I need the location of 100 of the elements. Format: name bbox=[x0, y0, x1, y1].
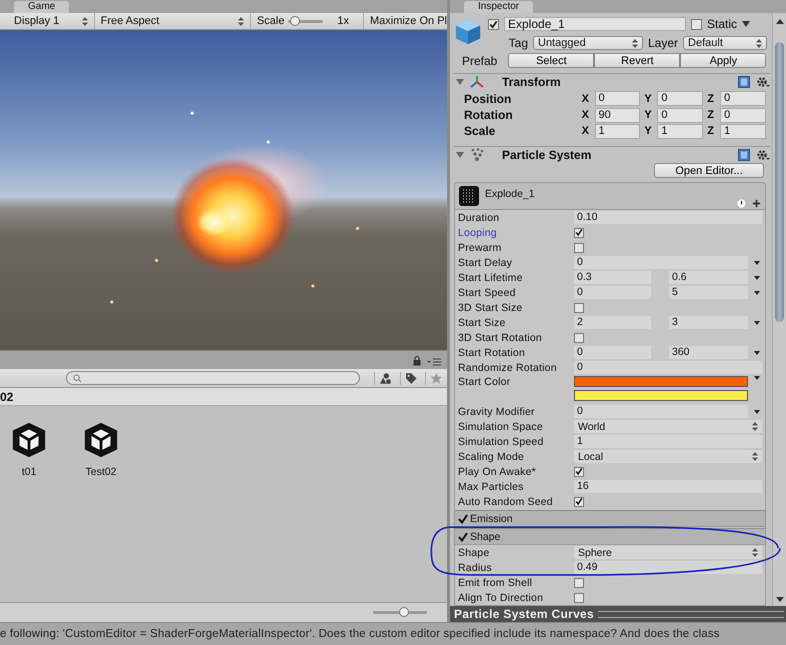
transform-value-field[interactable]: 90 bbox=[594, 108, 640, 123]
module-header[interactable]: Emission bbox=[455, 510, 765, 528]
property-label: Randomize Rotation bbox=[458, 362, 558, 374]
module-checkbox[interactable] bbox=[458, 532, 468, 542]
tag-dropdown[interactable]: Untagged bbox=[533, 36, 643, 50]
inspector-tab[interactable]: Inspector bbox=[464, 1, 534, 13]
slider-thumb[interactable] bbox=[399, 607, 410, 617]
value-field[interactable]: 0 bbox=[574, 361, 762, 374]
min-value-field[interactable]: 0 bbox=[574, 286, 651, 300]
foldout-arrow-icon[interactable] bbox=[456, 152, 464, 158]
max-value-field[interactable]: 3 bbox=[669, 316, 748, 330]
min-value-field[interactable]: 0 bbox=[574, 346, 651, 360]
max-value-field[interactable]: 5 bbox=[669, 286, 748, 300]
transform-label: Position bbox=[464, 92, 512, 106]
prefab-button[interactable]: Revert bbox=[594, 53, 680, 68]
property-label: Emit from Shell bbox=[458, 576, 534, 589]
scroll-up-icon[interactable] bbox=[776, 19, 784, 24]
max-value-field[interactable]: 0.6 bbox=[669, 271, 748, 284]
axis-label: Y bbox=[644, 109, 653, 122]
display-dropdown[interactable]: Display 1 bbox=[8, 13, 95, 29]
dropdown[interactable]: Local bbox=[574, 450, 762, 464]
component-title: Particle System bbox=[502, 148, 592, 162]
checkbox[interactable] bbox=[574, 332, 584, 343]
folder-breadcrumb[interactable]: 02 bbox=[0, 390, 14, 404]
cube-logo-icon[interactable] bbox=[10, 420, 48, 460]
asset-name[interactable]: Test02 bbox=[86, 466, 116, 478]
cube-logo-icon[interactable] bbox=[82, 420, 120, 460]
value-field[interactable]: 0.49 bbox=[574, 561, 762, 574]
property-label: Simulation Space bbox=[458, 420, 544, 433]
value-field[interactable]: 16 bbox=[574, 480, 762, 494]
dropdown-arrow-icon[interactable] bbox=[754, 350, 760, 355]
prefab-button[interactable]: Apply bbox=[680, 53, 766, 68]
static-checkbox[interactable] bbox=[691, 18, 702, 30]
module-checkbox[interactable] bbox=[458, 514, 468, 524]
updown-arrow-icon bbox=[752, 452, 758, 462]
dropdown-arrow-icon[interactable] bbox=[754, 410, 760, 414]
dropdown-arrow-icon[interactable] bbox=[754, 290, 760, 295]
checkbox[interactable] bbox=[574, 592, 584, 603]
dropdown-arrow-icon[interactable] bbox=[742, 21, 750, 27]
active-checkbox[interactable] bbox=[488, 18, 499, 30]
help-book-icon[interactable] bbox=[738, 76, 750, 88]
info-icon[interactable] bbox=[737, 199, 746, 208]
object-name-field[interactable]: Explode_1 bbox=[504, 17, 686, 31]
dropdown-arrow-icon[interactable] bbox=[754, 276, 760, 280]
module-header[interactable]: Shape bbox=[455, 528, 765, 546]
value-field[interactable]: 0.10 bbox=[574, 211, 762, 224]
slider-thumb[interactable] bbox=[290, 16, 300, 26]
transform-value-field[interactable]: 1 bbox=[594, 124, 640, 139]
checkbox[interactable] bbox=[574, 302, 584, 313]
settings-icon[interactable] bbox=[756, 148, 770, 161]
min-value-field[interactable]: 0.3 bbox=[574, 271, 651, 284]
dropdown-arrow-icon[interactable] bbox=[754, 260, 760, 265]
resize-grip[interactable] bbox=[598, 610, 784, 618]
max-value-field[interactable]: 360 bbox=[669, 346, 748, 360]
game-tab[interactable]: Game bbox=[14, 1, 70, 13]
dropdown-arrow-icon[interactable] bbox=[754, 376, 760, 380]
help-book-icon[interactable] bbox=[738, 148, 750, 161]
transform-value-field[interactable]: 1 bbox=[720, 124, 766, 139]
scrollbar-thumb[interactable] bbox=[775, 42, 784, 322]
property-label: Align To Direction bbox=[458, 592, 544, 604]
console-message[interactable]: e following: 'CustomEditor = ShaderForgeMaterialInspector'. Does the custom editor specified include its namespace? And does the class bbox=[0, 628, 720, 640]
curves-panel-header[interactable]: Particle System Curves bbox=[450, 606, 786, 622]
transform-value-field[interactable]: 0 bbox=[594, 91, 640, 106]
menu-icon[interactable] bbox=[427, 358, 441, 366]
prefab-button[interactable]: Select bbox=[508, 53, 594, 68]
scrollbar[interactable] bbox=[772, 13, 786, 606]
aspect-dropdown[interactable]: Free Aspect bbox=[94, 13, 251, 29]
transform-value-field[interactable]: 1 bbox=[657, 124, 704, 139]
lock-icon[interactable] bbox=[413, 356, 421, 366]
transform-value-field[interactable]: 0 bbox=[657, 91, 704, 106]
dropdown-arrow-icon[interactable] bbox=[754, 320, 760, 325]
checkbox[interactable] bbox=[574, 228, 584, 238]
color-swatch[interactable] bbox=[574, 390, 748, 402]
transform-value-field[interactable]: 0 bbox=[720, 91, 766, 106]
checkbox[interactable] bbox=[574, 578, 584, 588]
asset-name[interactable]: t01 bbox=[22, 466, 36, 478]
color-swatch[interactable] bbox=[574, 376, 748, 388]
transform-label: Scale bbox=[464, 124, 496, 138]
transform-value-field[interactable]: 0 bbox=[720, 108, 766, 123]
dropdown[interactable]: World bbox=[574, 420, 762, 434]
updown-arrow-icon bbox=[752, 548, 758, 558]
maximize-on-play-button[interactable]: Maximize On Pl bbox=[364, 15, 447, 27]
min-value-field[interactable]: 2 bbox=[574, 316, 651, 330]
foldout-arrow-icon[interactable] bbox=[456, 79, 464, 86]
search-field[interactable] bbox=[66, 371, 360, 385]
settings-icon[interactable] bbox=[756, 76, 770, 88]
scale-label: Scale bbox=[256, 15, 284, 27]
scroll-down-icon[interactable] bbox=[776, 597, 784, 602]
value-field[interactable]: 0 bbox=[574, 405, 748, 418]
property-label: Start Rotation bbox=[458, 346, 526, 359]
dropdown[interactable]: Sphere bbox=[574, 546, 762, 560]
value-field[interactable]: 0 bbox=[574, 256, 748, 270]
open-editor-button[interactable]: Open Editor... bbox=[654, 163, 764, 178]
layer-dropdown[interactable]: Default bbox=[683, 36, 768, 50]
value-field[interactable]: 1 bbox=[574, 435, 762, 448]
checkbox[interactable] bbox=[574, 496, 584, 507]
checkbox[interactable] bbox=[574, 466, 584, 477]
transform-value-field[interactable]: 0 bbox=[657, 108, 704, 123]
plus-icon[interactable] bbox=[752, 199, 761, 208]
checkbox[interactable] bbox=[574, 242, 584, 253]
